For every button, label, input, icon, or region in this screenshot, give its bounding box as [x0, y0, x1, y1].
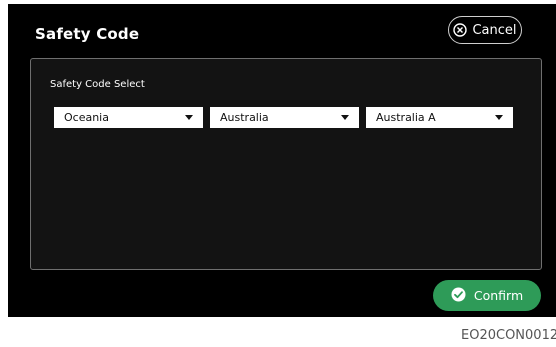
confirm-label: Confirm — [473, 288, 524, 303]
region-select-value: Oceania — [64, 111, 109, 124]
check-circle-icon — [451, 287, 466, 305]
caret-down-icon — [495, 115, 503, 120]
cancel-label: Cancel — [472, 22, 517, 38]
country-select-value: Australia — [220, 111, 269, 124]
confirm-button[interactable]: Confirm — [433, 280, 541, 311]
close-circle-icon — [453, 23, 468, 37]
figure-code: EO20CON0012 — [461, 328, 556, 343]
caret-down-icon — [185, 115, 193, 120]
safety-code-select-label: Safety Code Select — [50, 79, 145, 90]
cancel-button[interactable]: Cancel — [448, 16, 522, 44]
caret-down-icon — [341, 115, 349, 120]
region-select[interactable]: Oceania — [54, 107, 203, 128]
safety-code-select[interactable]: Australia A — [366, 107, 513, 128]
safety-code-panel: Safety Code Select Oceania Australia Aus… — [30, 58, 542, 270]
safety-code-dialog: Safety Code Cancel Safety Code Select Oc… — [8, 4, 556, 317]
safety-code-select-value: Australia A — [376, 111, 436, 124]
country-select[interactable]: Australia — [210, 107, 359, 128]
dialog-title: Safety Code — [35, 25, 140, 43]
